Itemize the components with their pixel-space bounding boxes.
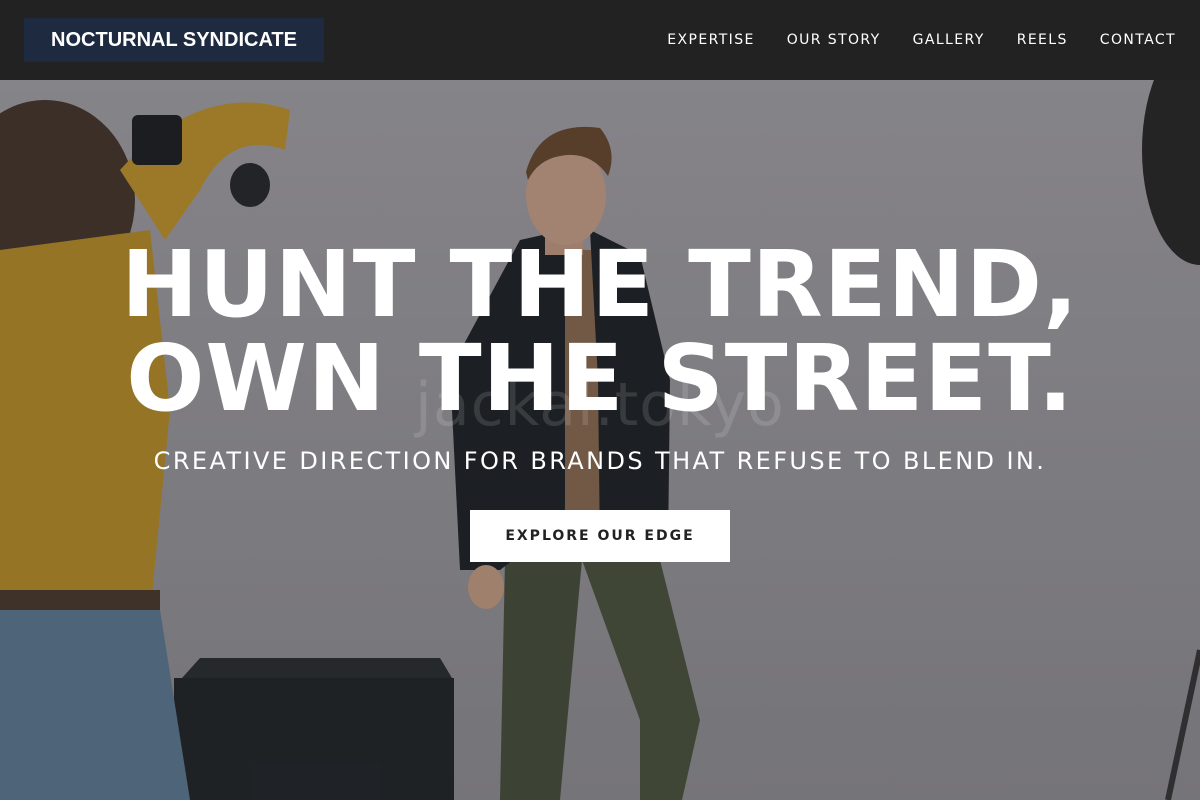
nav-item-contact[interactable]: CONTACT [1100,32,1176,48]
hero-headline-line-2: OWN THE STREET. [126,325,1074,432]
hero-section: jackal.tokyo HUNT THE TREND, OWN THE STR… [0,80,1200,800]
nav-item-gallery[interactable]: GALLERY [913,32,985,48]
hero-headline-line-1: HUNT THE TREND, [121,231,1079,338]
nav-item-expertise[interactable]: EXPERTISE [667,32,754,48]
explore-cta-button[interactable]: EXPLORE OUR EDGE [470,510,730,562]
hero-headline: HUNT THE TREND, OWN THE STREET. [0,238,1200,426]
hero-content: HUNT THE TREND, OWN THE STREET. CREATIVE… [0,80,1200,800]
hero-subheadline: CREATIVE DIRECTION FOR BRANDS THAT REFUS… [153,447,1047,475]
brand-logo[interactable]: NOCTURNAL SYNDICATE [24,18,324,62]
site-header: NOCTURNAL SYNDICATE EXPERTISE OUR STORY … [0,0,1200,80]
main-nav: EXPERTISE OUR STORY GALLERY REELS CONTAC… [635,0,1176,80]
nav-item-our-story[interactable]: OUR STORY [787,32,881,48]
nav-item-reels[interactable]: REELS [1017,32,1068,48]
